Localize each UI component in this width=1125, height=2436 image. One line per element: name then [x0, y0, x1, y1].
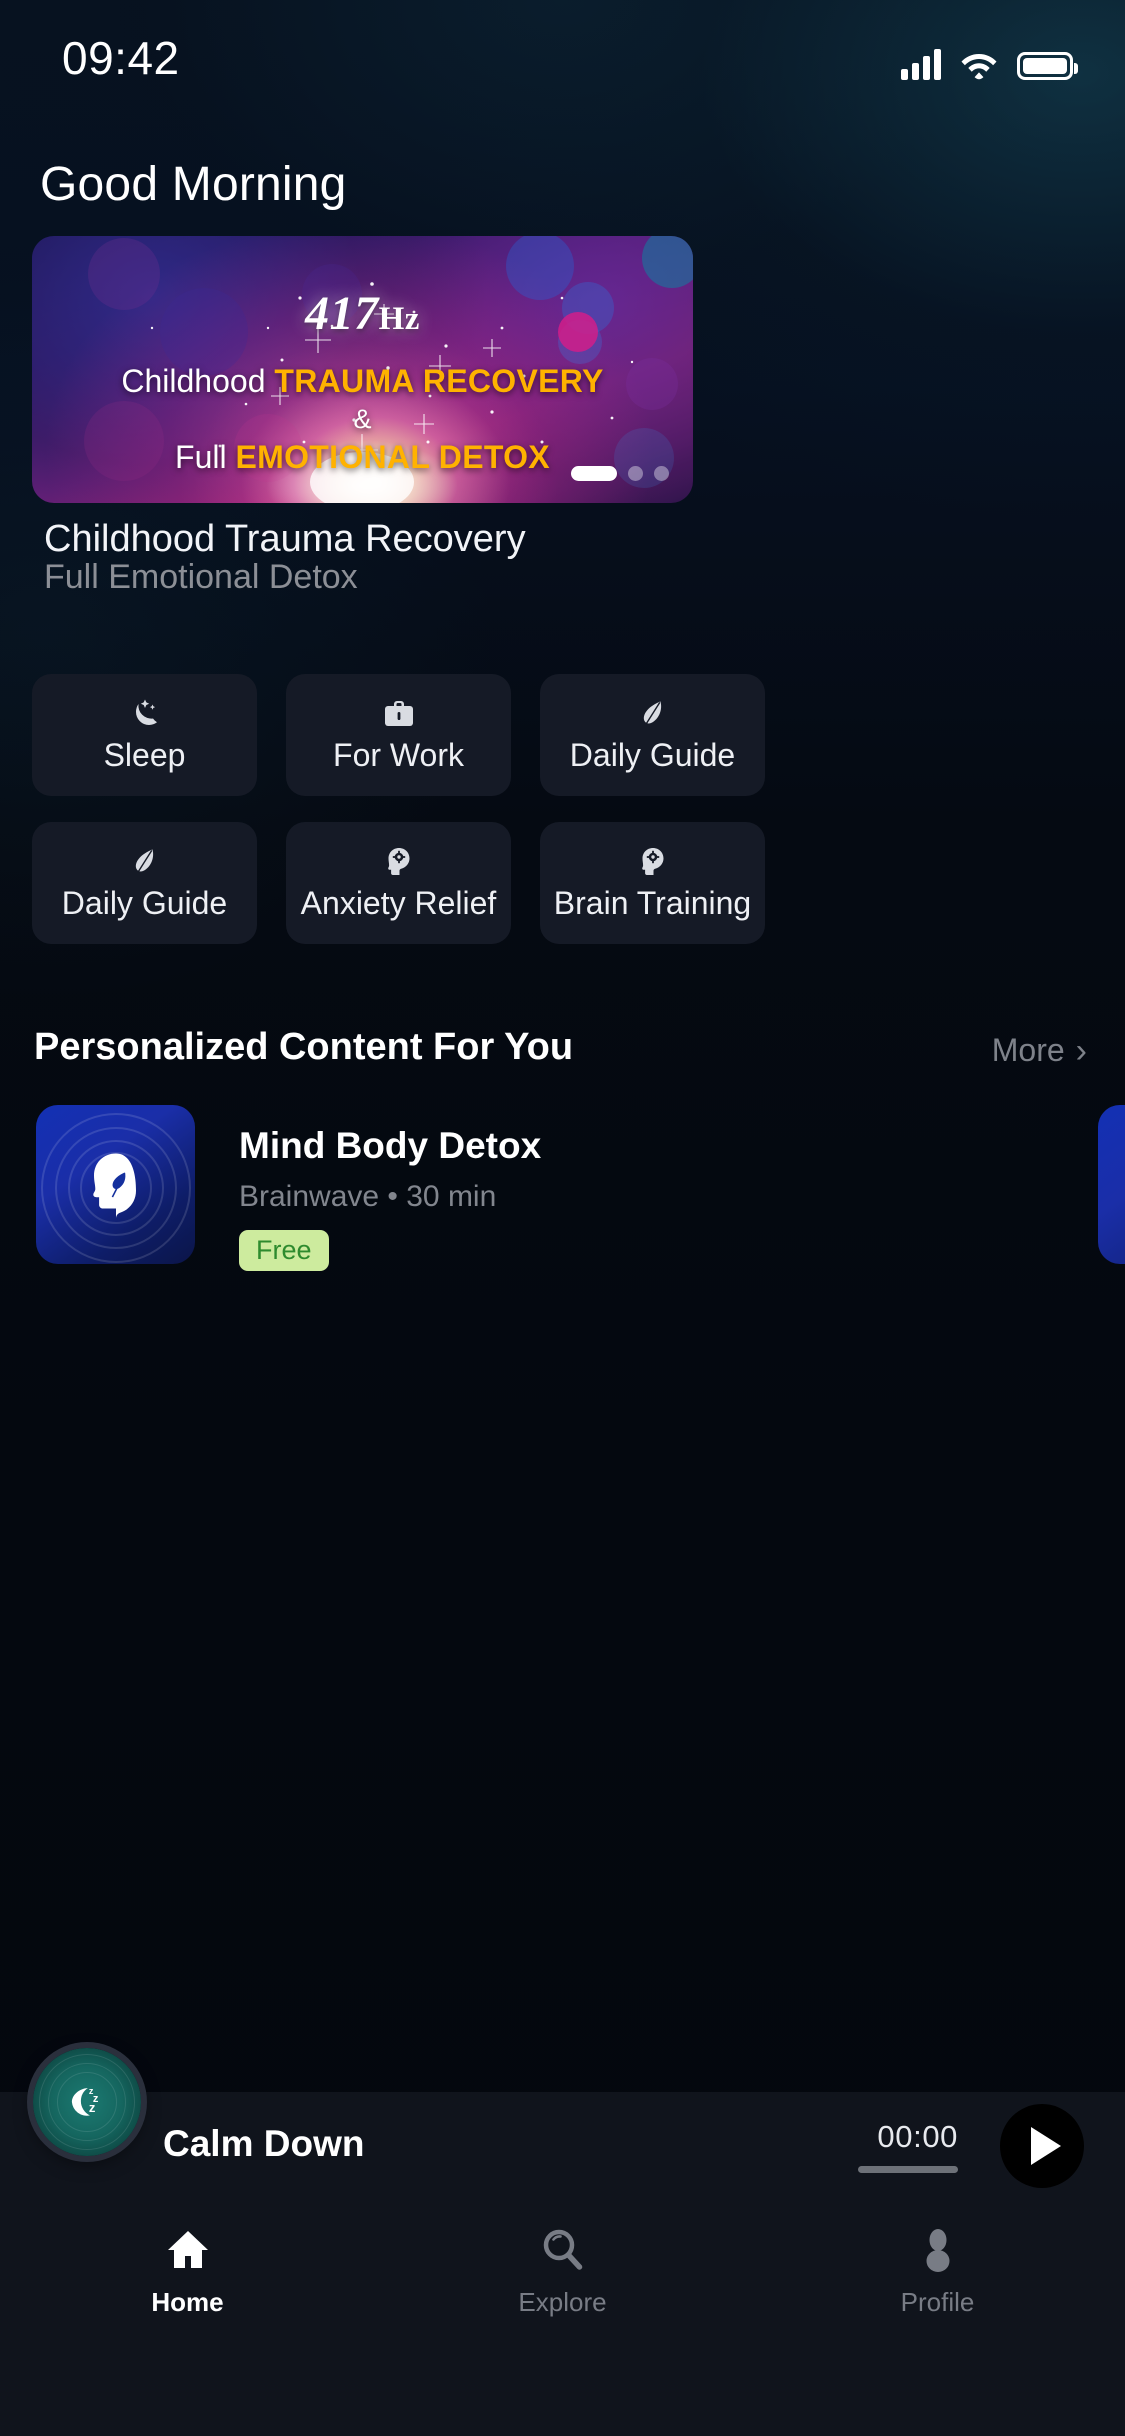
- hero-title: Childhood Trauma Recovery: [44, 518, 526, 560]
- content-title: Mind Body Detox: [239, 1125, 542, 1166]
- category-label: For Work: [333, 737, 464, 773]
- chevron-right-icon: ›: [1075, 1031, 1087, 1070]
- nav-label: Profile: [900, 2287, 975, 2317]
- wifi-icon: [960, 50, 998, 80]
- nav-label: Explore: [518, 2287, 607, 2317]
- category-tile-brain-training[interactable]: Brain Training: [540, 822, 765, 944]
- leaf-icon: [32, 840, 257, 884]
- content-card-mind-body-detox[interactable]: Mind Body Detox Brainwave • 30 min Free: [36, 1105, 541, 1271]
- cellular-signal-icon: [901, 48, 941, 80]
- status-bar-time: 09:42: [62, 32, 180, 84]
- moon-stars-icon: [32, 692, 257, 736]
- category-row: Sleep For Work Daily Guide: [32, 674, 1125, 796]
- nav-item-explore[interactable]: Explore: [375, 2202, 750, 2436]
- battery-full-icon: [1017, 52, 1078, 80]
- category-label: Daily Guide: [61, 885, 228, 921]
- hero-subtitle: Full Emotional Detox: [44, 558, 358, 596]
- pagination-dot[interactable]: [654, 466, 669, 481]
- more-label: More: [991, 1032, 1065, 1068]
- app-screen: 09:42 Good Morning 417Hz Childhood TRAUM…: [0, 0, 1125, 2436]
- content-meta: Brainwave • 30 min: [239, 1180, 497, 1213]
- hero-line-2: &: [353, 404, 372, 434]
- moon-zzz-icon: z z z: [71, 2086, 99, 2116]
- play-button[interactable]: [1000, 2104, 1084, 2188]
- search-icon: [543, 2229, 582, 2270]
- person-icon: [926, 2229, 949, 2272]
- carousel-pagination[interactable]: [571, 466, 669, 481]
- category-label: Anxiety Relief: [300, 885, 497, 921]
- hero-banner-text: 417Hz Childhood TRAUMA RECOVERY & Full E…: [32, 236, 693, 476]
- category-label: Sleep: [103, 737, 186, 773]
- category-tile-for-work[interactable]: For Work: [286, 674, 511, 796]
- svg-text:z: z: [89, 2100, 96, 2115]
- category-tile-daily-guide-2[interactable]: Daily Guide: [32, 822, 257, 944]
- nav-item-profile[interactable]: Profile: [750, 2202, 1125, 2436]
- pagination-dot-active[interactable]: [571, 466, 617, 481]
- category-grid: Sleep For Work Daily Guide Daily Guide A…: [32, 674, 1125, 970]
- play-icon: [1031, 2127, 1061, 2165]
- greeting-text: Good Morning: [40, 158, 347, 211]
- content-artwork: [36, 1105, 195, 1264]
- home-icon: [167, 2231, 208, 2268]
- content-card-next-peek[interactable]: [1098, 1105, 1125, 1264]
- hero-line-1: Childhood TRAUMA RECOVERY: [121, 363, 604, 399]
- head-gear-icon: [540, 840, 765, 884]
- pagination-dot[interactable]: [628, 466, 643, 481]
- mini-player[interactable]: z z z Calm Down 00:00: [0, 2048, 1125, 2202]
- category-label: Daily Guide: [569, 737, 736, 773]
- status-bar-indicators: [901, 38, 1078, 80]
- head-gear-icon: [286, 840, 511, 884]
- personalized-section-title: Personalized Content For You: [34, 1026, 574, 1068]
- content-info: Mind Body Detox Brainwave • 30 min Free: [239, 1105, 541, 1271]
- leaf-icon: [540, 692, 765, 736]
- briefcase-icon: [286, 692, 511, 736]
- status-bar: 09:42: [0, 0, 1125, 120]
- hero-frequency: 417Hz: [305, 287, 420, 340]
- mini-player-elapsed-time: 00:00: [877, 2119, 958, 2154]
- category-tile-daily-guide[interactable]: Daily Guide: [540, 674, 765, 796]
- hero-banner-carousel[interactable]: 417Hz Childhood TRAUMA RECOVERY & Full E…: [32, 236, 693, 503]
- nav-label: Home: [151, 2287, 224, 2317]
- head-leaf-icon: [92, 1153, 136, 1219]
- mini-player-progress-bar[interactable]: [858, 2166, 958, 2173]
- category-tile-sleep[interactable]: Sleep: [32, 674, 257, 796]
- category-label: Brain Training: [553, 885, 752, 921]
- nav-item-home[interactable]: Home: [0, 2202, 375, 2436]
- bottom-navigation: Home Explore Profile: [0, 2202, 1125, 2436]
- mini-player-artwork[interactable]: z z z: [33, 2048, 141, 2156]
- mini-player-track-title: Calm Down: [163, 2123, 365, 2164]
- status-badge: Free: [239, 1230, 329, 1271]
- more-link[interactable]: More ›: [992, 1032, 1087, 1069]
- category-tile-anxiety-relief[interactable]: Anxiety Relief: [286, 822, 511, 944]
- category-row: Daily Guide Anxiety Relief Brain Trainin…: [32, 822, 1125, 944]
